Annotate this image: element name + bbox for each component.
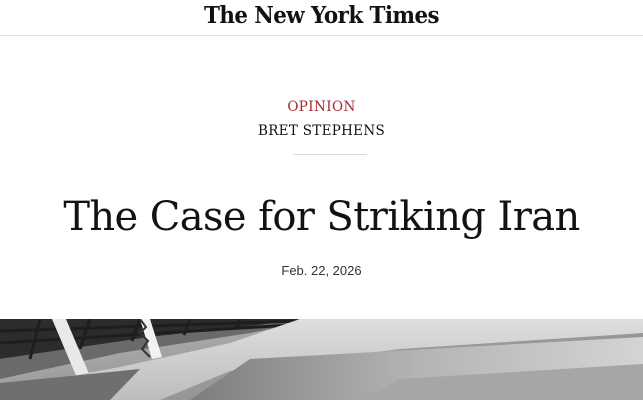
lead-photo-graphic — [0, 319, 643, 400]
article-page: The New York Times OPINION BRET STEPHENS… — [0, 0, 643, 400]
section-label[interactable]: OPINION — [0, 98, 643, 116]
divider — [293, 154, 367, 155]
masthead: The New York Times — [0, 0, 643, 36]
nyt-logo[interactable]: The New York Times — [23, 0, 621, 32]
publish-date: Feb. 22, 2026 — [281, 263, 362, 278]
headline: The Case for Striking Iran — [63, 194, 580, 240]
byline[interactable]: BRET STEPHENS — [0, 122, 643, 140]
lead-photo — [0, 319, 643, 400]
